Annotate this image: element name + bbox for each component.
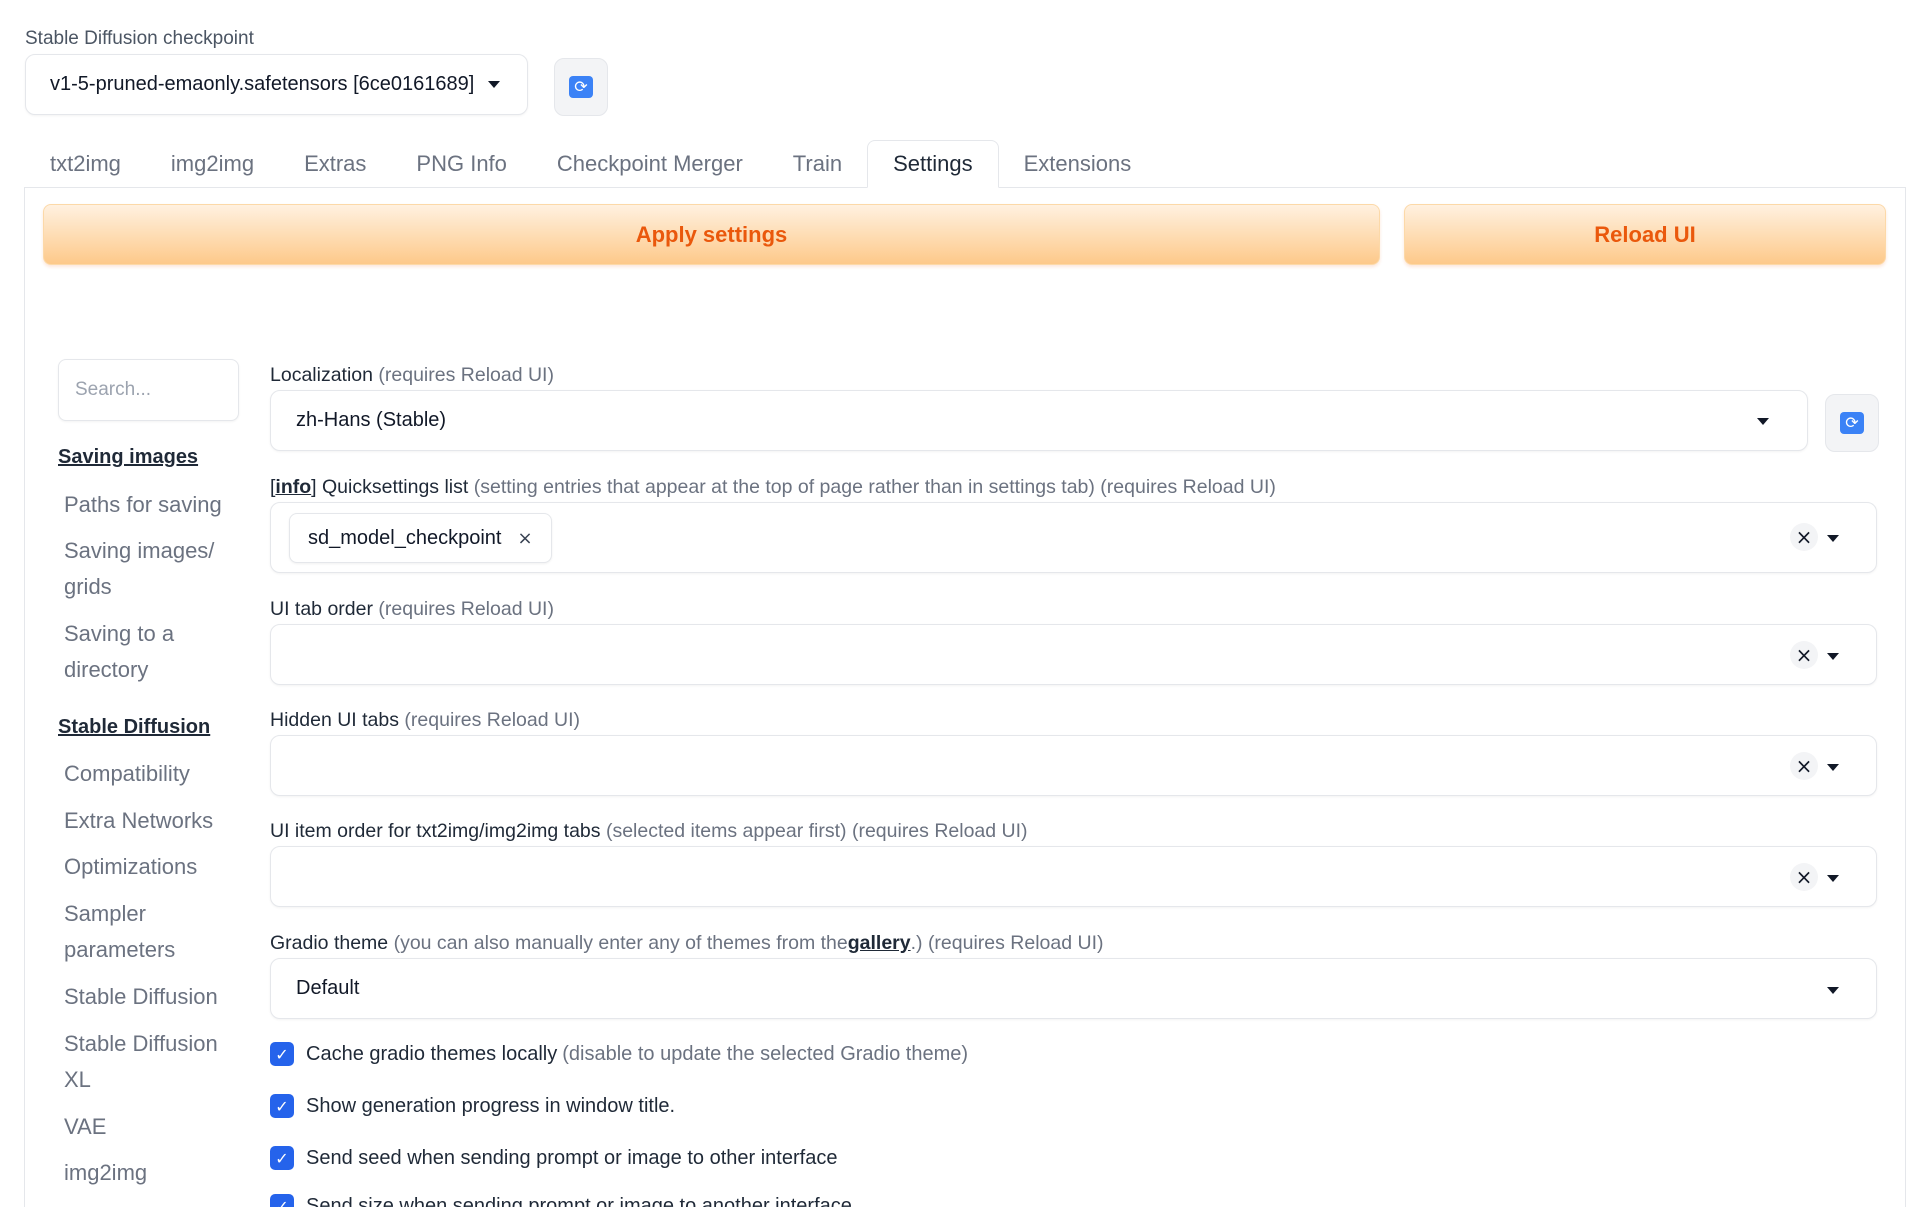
send-size-checkbox-row[interactable]: ✓ Send size when sending prompt or image… <box>270 1194 852 1207</box>
checkbox-checked-icon[interactable]: ✓ <box>270 1146 294 1170</box>
nav-item-stable-diffusion-xl[interactable]: Stable Diffusion <box>64 1026 244 1062</box>
quicksettings-label: [info] Quicksettings list (setting entri… <box>270 476 1276 499</box>
nav-item-stable-diffusion[interactable]: Stable Diffusion <box>64 979 244 1015</box>
clear-icon[interactable]: × <box>1790 863 1818 891</box>
tab-extensions[interactable]: Extensions <box>999 140 1157 188</box>
localization-select[interactable]: zh-Hans (Stable) <box>270 390 1808 451</box>
tab-extras[interactable]: Extras <box>279 140 391 188</box>
cache-themes-label: Cache gradio themes locally <box>306 1042 558 1065</box>
gradio-theme-hint-pre: (you can also manually enter any of them… <box>393 932 848 954</box>
gradio-theme-label-text: Gradio theme <box>270 932 389 954</box>
refresh-icon: ⟳ <box>1840 412 1864 434</box>
apply-settings-button[interactable]: Apply settings <box>43 204 1380 265</box>
nav-item-saving-images-grids-cont[interactable]: grids <box>64 569 244 605</box>
quicksettings-chip-label: sd_model_checkpoint <box>308 526 502 549</box>
chevron-down-icon <box>1827 653 1839 660</box>
chevron-down-icon <box>1757 418 1769 425</box>
checkpoint-select[interactable]: v1-5-pruned-emaonly.safetensors [6ce0161… <box>25 54 528 115</box>
quicksettings-hint: (setting entries that appear at the top … <box>473 476 1276 498</box>
send-seed-label: Send seed when sending prompt or image t… <box>306 1146 838 1169</box>
localization-label-text: Localization <box>270 364 373 386</box>
nav-item-img2img[interactable]: img2img <box>64 1155 244 1191</box>
item-order-label: UI item order for txt2img/img2img tabs (… <box>270 820 1028 843</box>
tab-order-multiselect[interactable]: × <box>270 624 1877 685</box>
hidden-tabs-label: Hidden UI tabs (requires Reload UI) <box>270 709 580 732</box>
item-order-hint: (selected items appear first) (requires … <box>605 820 1028 842</box>
clear-icon[interactable]: × <box>1790 752 1818 780</box>
nav-item-vae[interactable]: VAE <box>64 1109 244 1145</box>
checkpoint-label: Stable Diffusion checkpoint <box>25 28 254 49</box>
tab-img2img[interactable]: img2img <box>146 140 279 188</box>
tab-order-hint: (requires Reload UI) <box>378 598 554 620</box>
cache-themes-hint: (disable to update the selected Gradio t… <box>562 1042 969 1065</box>
chevron-down-icon <box>488 81 501 88</box>
nav-item-extra-networks[interactable]: Extra Networks <box>64 803 244 839</box>
gradio-gallery-link[interactable]: gallery <box>848 932 911 954</box>
hidden-tabs-hint: (requires Reload UI) <box>404 709 580 731</box>
gradio-theme-hint-post: .) (requires Reload UI) <box>910 932 1104 954</box>
tab-order-label-text: UI tab order <box>270 598 373 620</box>
cache-themes-checkbox-row[interactable]: ✓ Cache gradio themes locally (disable t… <box>270 1042 968 1066</box>
localization-hint: (requires Reload UI) <box>378 364 554 386</box>
tab-png-info[interactable]: PNG Info <box>391 140 531 188</box>
nav-item-sampler-parameters[interactable]: Sampler <box>64 896 244 932</box>
quicksettings-chip[interactable]: sd_model_checkpoint × <box>289 513 552 563</box>
clear-icon[interactable]: × <box>1790 523 1818 551</box>
checkpoint-value: v1-5-pruned-emaonly.safetensors [6ce0161… <box>50 73 475 95</box>
nav-item-saving-images-grids[interactable]: Saving images/ <box>64 533 244 569</box>
gradio-theme-label: Gradio theme (you can also manually ente… <box>270 932 1104 955</box>
send-size-label: Send size when sending prompt or image t… <box>306 1194 852 1207</box>
tab-checkpoint-merger[interactable]: Checkpoint Merger <box>532 140 768 188</box>
progress-title-checkbox-row[interactable]: ✓ Show generation progress in window tit… <box>270 1094 675 1118</box>
chevron-down-icon <box>1827 987 1839 994</box>
checkbox-checked-icon[interactable]: ✓ <box>270 1194 294 1207</box>
nav-item-sampler-parameters-cont[interactable]: parameters <box>64 932 244 968</box>
nav-category-saving-images[interactable]: Saving images <box>58 446 198 469</box>
chevron-down-icon <box>1827 535 1839 542</box>
localization-label: Localization (requires Reload UI) <box>270 364 554 387</box>
settings-search-input[interactable]: Search... <box>58 359 239 421</box>
nav-item-saving-to-directory[interactable]: Saving to a <box>64 616 244 652</box>
quicksettings-label-text: Quicksettings list <box>322 476 469 498</box>
quicksettings-multiselect[interactable]: sd_model_checkpoint × × <box>270 502 1877 573</box>
tab-settings[interactable]: Settings <box>867 140 999 188</box>
checkbox-checked-icon[interactable]: ✓ <box>270 1094 294 1118</box>
tab-train[interactable]: Train <box>768 140 867 188</box>
quicksettings-info-link[interactable]: info <box>275 476 311 498</box>
tab-bar: txt2img img2img Extras PNG Info Checkpoi… <box>25 140 1156 188</box>
chevron-down-icon <box>1827 764 1839 771</box>
gradio-theme-value: Default <box>296 977 360 999</box>
nav-category-stable-diffusion[interactable]: Stable Diffusion <box>58 716 210 739</box>
progress-title-label: Show generation progress in window title… <box>306 1094 676 1117</box>
item-order-label-text: UI item order for txt2img/img2img tabs <box>270 820 601 842</box>
tab-txt2img[interactable]: txt2img <box>25 140 146 188</box>
hidden-tabs-label-text: Hidden UI tabs <box>270 709 399 731</box>
close-icon[interactable]: × <box>517 528 532 549</box>
nav-item-paths-for-saving[interactable]: Paths for saving <box>64 487 244 523</box>
nav-item-optimizations[interactable]: Optimizations <box>64 849 244 885</box>
refresh-icon: ⟳ <box>569 76 593 98</box>
nav-item-stable-diffusion-xl-cont[interactable]: XL <box>64 1062 244 1098</box>
send-seed-checkbox-row[interactable]: ✓ Send seed when sending prompt or image… <box>270 1146 837 1170</box>
localization-refresh-button[interactable]: ⟳ <box>1825 394 1879 452</box>
hidden-tabs-multiselect[interactable]: × <box>270 735 1877 796</box>
clear-icon[interactable]: × <box>1790 641 1818 669</box>
item-order-multiselect[interactable]: × <box>270 846 1877 907</box>
gradio-theme-select[interactable]: Default <box>270 958 1877 1019</box>
nav-item-compatibility[interactable]: Compatibility <box>64 756 244 792</box>
checkbox-checked-icon[interactable]: ✓ <box>270 1042 294 1066</box>
localization-value: zh-Hans (Stable) <box>296 409 447 431</box>
quicksettings-info-close: ] <box>311 476 317 498</box>
tab-order-label: UI tab order (requires Reload UI) <box>270 598 554 621</box>
reload-ui-button[interactable]: Reload UI <box>1404 204 1886 265</box>
checkpoint-refresh-button[interactable]: ⟳ <box>554 58 608 116</box>
nav-item-saving-to-directory-cont[interactable]: directory <box>64 652 244 688</box>
chevron-down-icon <box>1827 875 1839 882</box>
